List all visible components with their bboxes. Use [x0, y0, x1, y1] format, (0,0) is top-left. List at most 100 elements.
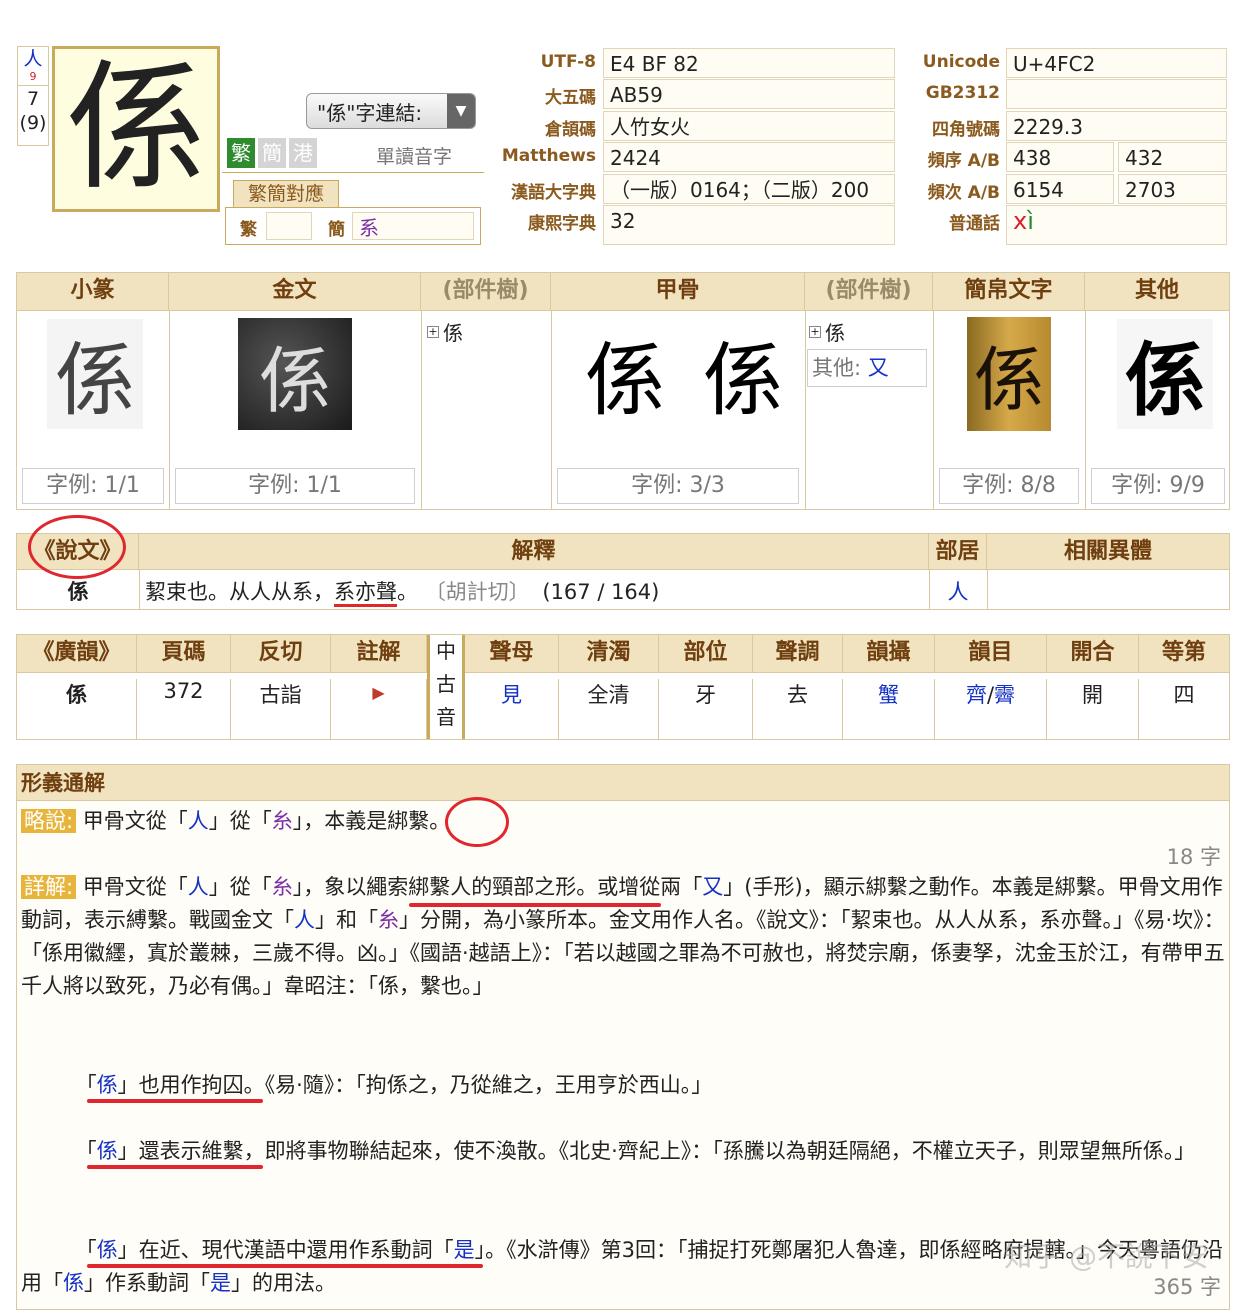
detail-count: 365 字 [1153, 1275, 1221, 1299]
header-notes: 註解 [331, 635, 427, 672]
link-ren[interactable]: 人 [188, 875, 209, 899]
link-shi[interactable]: 是 [454, 1238, 475, 1262]
xiaozhuan-glyph-image[interactable]: 係 [47, 319, 143, 429]
expand-icon[interactable]: + [427, 325, 439, 338]
detail-paragraph-3: 「係」還表示維繫，即將事物聯結起來，使不渙散。《北史·齊紀上》：「孫騰以為朝廷隔… [75, 1139, 1196, 1163]
link-you[interactable]: 又 [702, 875, 723, 899]
header-jianbo: 簡帛文字 [933, 273, 1085, 310]
expand-icon[interactable]: + [809, 325, 821, 338]
shuowen-pages: (167 / 164) [542, 580, 660, 604]
mapping-simp-value[interactable]: 系 [352, 212, 474, 240]
other-glyph: 係 [1125, 333, 1205, 427]
char-link-label: "係"字連結: [317, 100, 423, 125]
other-glyph-image[interactable]: 係 [1117, 319, 1213, 429]
radical-link[interactable]: 人 [18, 47, 48, 71]
value-freq-count-a: 6154 [1006, 174, 1114, 204]
pinyin-final: ì [1027, 207, 1034, 235]
component-tree-2[interactable]: + 係 [809, 317, 845, 346]
shuowen-table: 《說文》 解釋 部居 相關異體 係 絜束也。从人从系，系亦聲。 〔胡計切〕 (1… [16, 533, 1230, 610]
link-xi[interactable]: 係 [63, 1271, 84, 1295]
label-freq-order: 頻序 A/B [927, 151, 1000, 171]
brief-explanation: 略說: 甲骨文從「人」從「糸」，本義是綁繫。 [21, 805, 1221, 838]
mc-place: 牙 [659, 679, 753, 739]
mc-tone: 去 [753, 679, 843, 739]
value-freq-count-b: 2703 [1118, 174, 1227, 204]
xiaozhuan-examples-button[interactable]: 字例: 1/1 [22, 468, 164, 504]
detail-paragraph-1: 詳解: 甲骨文從「人」從「糸」，象以繩索綁繫人的頸部之形。或增從兩「又」(手形)… [21, 875, 1225, 998]
trad-simp-mapping: 繁 簡 系 [225, 207, 481, 245]
tree-2-other-link[interactable]: 又 [868, 356, 889, 380]
jiagu-glyph-image-2[interactable]: 係 [693, 319, 793, 429]
link-mi[interactable]: 糸 [272, 809, 293, 833]
divider [222, 172, 484, 173]
jiagu-glyph-2: 係 [703, 334, 783, 427]
mc-initial[interactable]: 見 [465, 679, 559, 739]
annotation-underline [87, 1264, 483, 1268]
guangyun-row: 係 372 古詣 ▶ [17, 673, 427, 739]
component-tree-1[interactable]: + 係 [427, 317, 463, 346]
tree-1-char[interactable]: 係 [443, 317, 463, 346]
xiaozhuan-glyph: 係 [55, 334, 135, 427]
jiagu-examples-button[interactable]: 字例: 3/3 [557, 468, 799, 504]
link-shi[interactable]: 是 [210, 1271, 231, 1295]
detail-paragraph-2: 「係」也用作拘囚。《易·隨》：「拘係之，乃從維之，王用亨於西山。」 [75, 1073, 713, 1097]
expand-arrow-icon[interactable]: ▶ [372, 683, 384, 702]
stroke-count: 7 [26, 88, 40, 110]
annotation-underline [409, 903, 661, 907]
detail-label: 詳解: [21, 875, 77, 899]
radical-strokes: 9 [18, 71, 48, 86]
annotation-underline [87, 1165, 263, 1169]
header-guangyun[interactable]: 《廣韻》 [17, 635, 137, 672]
label-freq-count: 頻次 A/B [927, 183, 1000, 203]
variant-tabs: 繁 簡 港 [227, 138, 317, 168]
annotation-underline [87, 1099, 263, 1103]
main-character: 係 [52, 46, 220, 212]
link-mi[interactable]: 糸 [378, 908, 399, 932]
char-link-dropdown[interactable]: "係"字連結: ▼ [306, 93, 476, 129]
radical-box: 人 9 7 (9) [17, 46, 49, 146]
value-four-corner: 2229.3 [1006, 111, 1227, 141]
header-openness: 開合 [1047, 635, 1139, 672]
guangyun-notes[interactable]: ▶ [331, 679, 427, 739]
header-variants: 相關異體 [1063, 539, 1152, 564]
brief-count: 18 字 [1166, 845, 1221, 869]
annotation-circle [28, 515, 126, 579]
link-ren[interactable]: 人 [188, 809, 209, 833]
mc-rhyme-b[interactable]: 霽 [994, 683, 1015, 707]
header-other: 其他 [1134, 278, 1179, 303]
label-matthews: Matthews [501, 146, 596, 166]
mapping-trad-label: 繁 [240, 220, 257, 240]
link-xi[interactable]: 係 [97, 1073, 118, 1097]
jiagu-glyph-image-1[interactable]: 係 [577, 319, 673, 429]
jinwen-rubbing-image[interactable]: 係 [238, 318, 352, 430]
jinwen-examples-button[interactable]: 字例: 1/1 [175, 468, 415, 504]
jianbo-examples-button[interactable]: 字例: 8/8 [939, 468, 1079, 504]
label-four-corner: 四角號碼 [932, 120, 1000, 140]
link-xi[interactable]: 係 [97, 1238, 118, 1262]
label-putonghua: 普通話 [949, 214, 1000, 234]
scripts-table: 小篆 金文 (部件樹) 甲骨 (部件樹) 簡帛文字 其他 係 係 + 係 係 係… [16, 272, 1230, 510]
tab-hongkong[interactable]: 港 [289, 138, 317, 168]
other-examples-button[interactable]: 字例: 9/9 [1091, 468, 1225, 504]
watermark: 知乎 @不說下安 [1004, 1240, 1209, 1273]
chevron-down-icon: ▼ [447, 94, 475, 128]
shuowen-radical-link[interactable]: 人 [929, 576, 987, 606]
mc-rhyme-a[interactable]: 齊 [966, 683, 987, 707]
link-mi[interactable]: 糸 [272, 875, 293, 899]
tab-simplified[interactable]: 簡 [258, 138, 286, 168]
mc-openness: 開 [1047, 679, 1139, 739]
tree-2-char[interactable]: 係 [825, 317, 845, 346]
header-explanation: 解釋 [139, 534, 929, 569]
tab-traditional[interactable]: 繁 [227, 138, 255, 168]
mc-rhyme-group[interactable]: 蟹 [843, 679, 935, 739]
header-component-tree-1[interactable]: (部件樹) [421, 273, 551, 310]
value-putonghua[interactable]: xì [1006, 205, 1227, 245]
link-ren[interactable]: 人 [294, 908, 315, 932]
header-jinwen: 金文 [169, 273, 421, 310]
middle-chinese-row: 見 全清 牙 去 蟹 齊/霽 開 四 [465, 673, 1229, 739]
header-component-tree-2[interactable]: (部件樹) [805, 273, 933, 310]
jianbo-glyph-image[interactable]: 係 [967, 317, 1051, 431]
header-rhyme: 韻目 [935, 635, 1047, 672]
shuowen-explanation: 絜束也。从人从系，系亦聲。 〔胡計切〕 (167 / 164) [145, 576, 660, 607]
link-xi[interactable]: 係 [97, 1139, 118, 1163]
